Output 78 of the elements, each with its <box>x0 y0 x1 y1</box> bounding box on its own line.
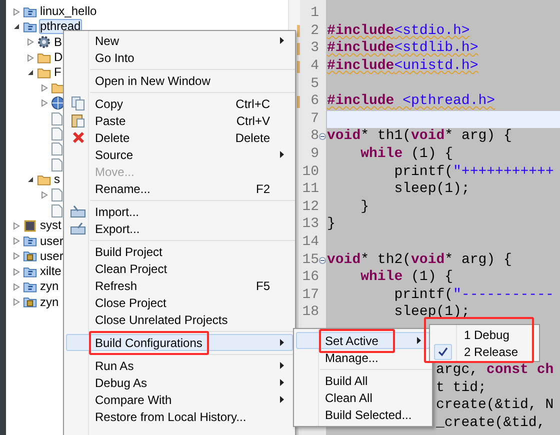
shortcut-label: F5 <box>256 278 270 294</box>
code-line: #include<stdlib.h> <box>327 40 478 58</box>
line-number: 11 <box>302 181 319 198</box>
line-number: 8 <box>310 128 319 146</box>
code-line: printf("+++++++++++ <box>393 164 554 181</box>
code-line: sleep(1); <box>393 181 470 198</box>
tree-item[interactable]: user <box>39 248 64 264</box>
menu-item[interactable]: Compare With <box>66 391 293 408</box>
menu-item[interactable]: New <box>66 32 293 49</box>
tree-item[interactable]: D <box>53 50 64 66</box>
line-number: 17 <box>302 286 319 304</box>
menu-item[interactable]: Delete Delete <box>66 129 293 146</box>
shortcut-label: Delete <box>235 130 270 146</box>
tree-item[interactable]: zyn <box>39 279 60 294</box>
menu-item[interactable]: Build Selected... <box>296 406 430 423</box>
code-line: create(&tid, N <box>436 397 554 414</box>
code-line: #include <pthread.h> <box>327 93 496 110</box>
menu-item[interactable]: Close Project <box>66 294 293 311</box>
shortcut-label: Ctrl+V <box>236 112 270 130</box>
shortcut-label: Ctrl+C <box>236 96 270 112</box>
code-line: void* th1(void* arg) { <box>327 128 512 146</box>
menu-item[interactable]: Paste Ctrl+V <box>66 112 293 129</box>
tree-item[interactable]: s <box>53 172 61 188</box>
menu-item[interactable]: 2 Release <box>430 343 539 360</box>
code-line: } <box>327 216 336 234</box>
tree-item[interactable]: linux_hello <box>39 4 98 20</box>
line-number: 6 <box>310 93 319 110</box>
menu-item[interactable]: Debug As <box>66 374 293 391</box>
tree-item[interactable]: syst <box>39 218 62 234</box>
line-number: 9 <box>310 146 319 164</box>
tree-item[interactable]: F <box>53 65 62 80</box>
menu-item[interactable]: Clean Project <box>66 260 293 277</box>
line-number: 14 <box>302 234 319 252</box>
code-line: } <box>360 198 370 216</box>
code-line: sleep(1); <box>393 304 470 322</box>
code-line: #include<stdio.h> <box>327 22 470 40</box>
menu-item[interactable]: Go Into <box>66 49 293 66</box>
menu-item[interactable]: Rename... F2 <box>66 180 293 197</box>
line-number: 12 <box>302 198 319 216</box>
line-number: 1 <box>310 5 319 22</box>
line-number: 3 <box>310 40 319 58</box>
line-number: 16 <box>302 269 319 286</box>
tree-item[interactable]: zyn <box>39 294 60 310</box>
line-number: 5 <box>310 76 319 93</box>
menu-item[interactable]: Build Configurations <box>66 334 293 351</box>
menu-item[interactable]: Restore from Local History... <box>66 408 293 425</box>
code-line: while (1) { <box>360 269 454 286</box>
menu-item[interactable]: Clean All <box>296 389 430 406</box>
menu-item[interactable]: Import... <box>66 203 293 220</box>
line-number: 7 <box>310 110 319 128</box>
line-number: 18 <box>302 304 319 322</box>
shortcut-label: F2 <box>256 180 270 198</box>
menu-item[interactable]: Build All <box>296 372 430 389</box>
menu-item[interactable]: Copy Ctrl+C <box>66 95 293 112</box>
menu-item[interactable]: Source <box>66 146 293 163</box>
line-number: 15 <box>302 252 319 269</box>
menu-item[interactable]: 1 Debug <box>430 326 539 343</box>
menu-item[interactable]: Close Unrelated Projects <box>66 311 293 328</box>
code-line: printf("----------- <box>393 286 554 304</box>
code-line: #include<unistd.h> <box>327 58 478 76</box>
code-line: _create(&tid, <box>436 414 546 432</box>
menu-item[interactable]: Refresh F5 <box>66 277 293 294</box>
code-line: t tid; <box>436 380 486 397</box>
menu-item[interactable]: Run As <box>66 357 293 374</box>
line-number: 4 <box>310 58 319 76</box>
menu-item[interactable]: Set Active <box>296 332 430 349</box>
menu-item[interactable]: Build Project <box>66 243 293 260</box>
menu-item[interactable]: Open in New Window <box>66 72 293 89</box>
tree-item[interactable]: xilte <box>39 264 62 280</box>
line-number: 10 <box>302 164 319 181</box>
line-number: 13 <box>302 216 319 234</box>
line-number: 2 <box>310 22 319 40</box>
code-line: while (1) { <box>360 146 454 164</box>
menu-item[interactable]: Export... <box>66 220 293 237</box>
code-line: argc, const ch <box>436 362 554 379</box>
tree-item[interactable]: B <box>53 34 64 50</box>
code-line: void* th2(void* arg) { <box>327 252 512 269</box>
tree-item[interactable]: user <box>39 234 64 249</box>
